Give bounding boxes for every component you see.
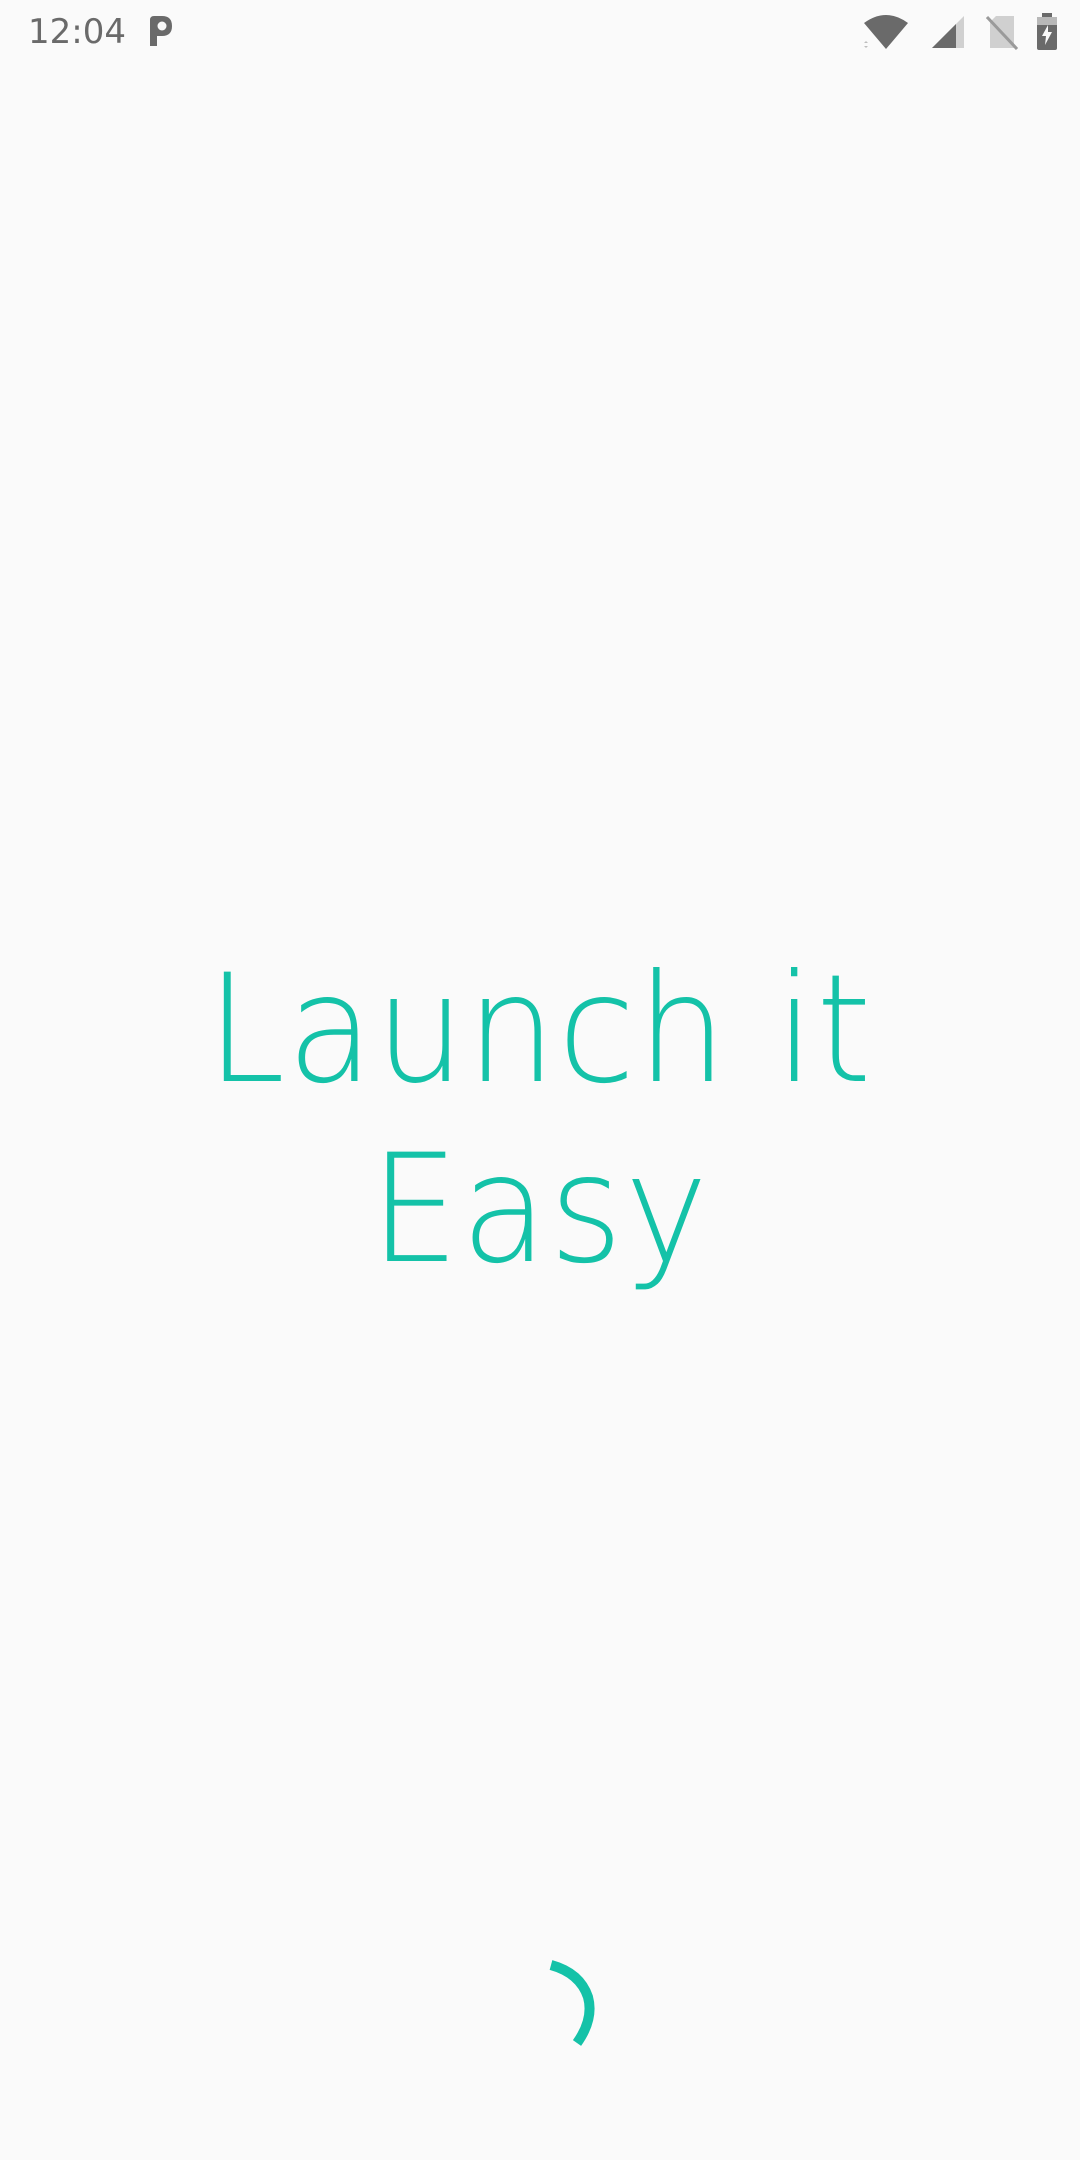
status-icons: [860, 12, 1058, 52]
splash-screen: 12:04 Launch it Easy: [0, 0, 1080, 2160]
wifi-icon: [864, 15, 908, 49]
no-sim-icon: [986, 15, 1018, 50]
progress-spinner-icon: [549, 1960, 595, 2046]
status-time: 12:04: [28, 12, 126, 52]
parking-p-icon: [150, 16, 172, 46]
battery-charging-icon: [1037, 13, 1057, 50]
status-bar: 12:04: [0, 0, 1080, 64]
cell-signal-icon: [932, 16, 964, 48]
app-title: Launch it Easy: [206, 943, 874, 1297]
